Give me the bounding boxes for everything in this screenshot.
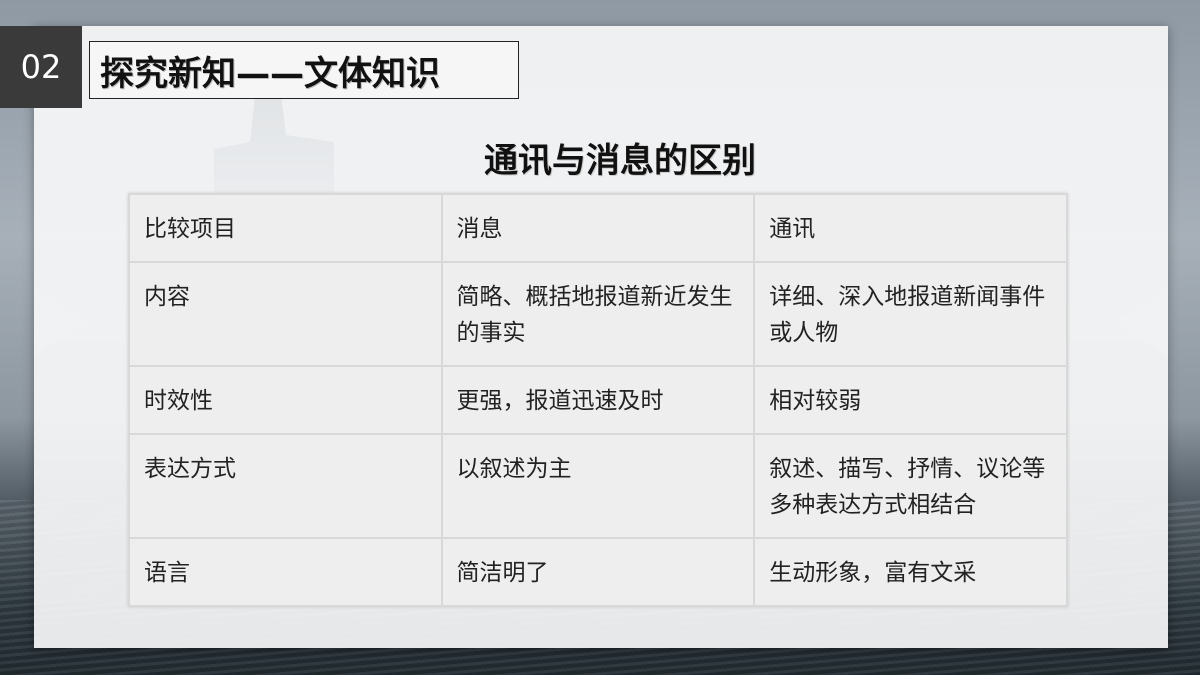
cell-item: 时效性 [128, 365, 443, 435]
comparison-table: 比较项目 消息 通讯 内容 简略、概括地报道新近发生的事实 详细、深入地报道新闻… [128, 193, 1068, 607]
cell-item: 内容 [128, 261, 443, 367]
cell-tongxun: 叙述、描写、抒情、议论等多种表达方式相结合 [753, 433, 1068, 539]
cell-xiaoxi: 简洁明了 [440, 537, 756, 607]
cell-tongxun: 相对较弱 [753, 365, 1068, 435]
cell-item: 表达方式 [128, 433, 443, 539]
table-row: 时效性 更强，报道迅速及时 相对较弱 [128, 365, 1068, 435]
table-header-row: 比较项目 消息 通讯 [128, 193, 1068, 263]
cell-tongxun: 生动形象，富有文采 [753, 537, 1068, 607]
section-title: 探究新知——文体知识 [89, 41, 519, 99]
table-row: 表达方式 以叙述为主 叙述、描写、抒情、议论等多种表达方式相结合 [128, 433, 1068, 539]
table-title: 通讯与消息的区别 [484, 141, 756, 181]
cell-item: 语言 [128, 537, 443, 607]
cell-xiaoxi: 简略、概括地报道新近发生的事实 [440, 261, 756, 367]
cell-xiaoxi: 更强，报道迅速及时 [440, 365, 756, 435]
header-cell-item: 比较项目 [128, 193, 443, 263]
cell-xiaoxi: 以叙述为主 [440, 433, 756, 539]
table-row: 内容 简略、概括地报道新近发生的事实 详细、深入地报道新闻事件或人物 [128, 261, 1068, 367]
header-cell-xiaoxi: 消息 [440, 193, 756, 263]
cell-tongxun: 详细、深入地报道新闻事件或人物 [753, 261, 1068, 367]
table-row: 语言 简洁明了 生动形象，富有文采 [128, 537, 1068, 607]
header-cell-tongxun: 通讯 [753, 193, 1068, 263]
section-number-badge: 02 [0, 26, 82, 108]
